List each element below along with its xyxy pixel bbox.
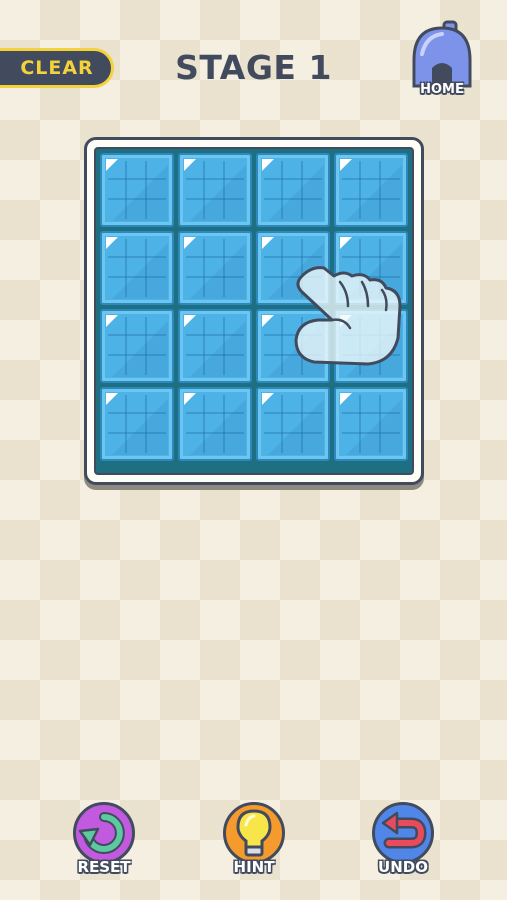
- home-label: HOME: [420, 82, 464, 97]
- board-frame: [94, 147, 414, 475]
- undo-button[interactable]: UNDO: [366, 800, 440, 886]
- undo-arrow-icon: [381, 811, 427, 849]
- tile[interactable]: [256, 231, 330, 305]
- reset-circle: [73, 802, 135, 864]
- home-button[interactable]: HOME: [406, 20, 478, 106]
- reset-button[interactable]: RESET: [67, 800, 141, 886]
- tile[interactable]: [100, 231, 174, 305]
- hint-circle: [223, 802, 285, 864]
- undo-circle: [372, 802, 434, 864]
- hint-button[interactable]: HINT: [217, 800, 291, 886]
- tile[interactable]: [334, 309, 408, 383]
- tile[interactable]: [178, 309, 252, 383]
- reset-arrow-icon: [78, 812, 125, 854]
- tile[interactable]: [256, 153, 330, 227]
- hint-label: HINT: [233, 858, 275, 876]
- undo-label: UNDO: [378, 858, 428, 876]
- tile[interactable]: [334, 231, 408, 305]
- tile[interactable]: [334, 387, 408, 461]
- lightbulb-icon: [236, 809, 272, 857]
- tile[interactable]: [178, 153, 252, 227]
- reset-label: RESET: [77, 858, 131, 876]
- tile[interactable]: [334, 153, 408, 227]
- tile[interactable]: [178, 231, 252, 305]
- tile-grid: [100, 153, 408, 461]
- tile[interactable]: [100, 309, 174, 383]
- tile[interactable]: [100, 387, 174, 461]
- tile[interactable]: [100, 153, 174, 227]
- game-board: [84, 137, 424, 485]
- tile[interactable]: [178, 387, 252, 461]
- tile[interactable]: [256, 309, 330, 383]
- tile[interactable]: [256, 387, 330, 461]
